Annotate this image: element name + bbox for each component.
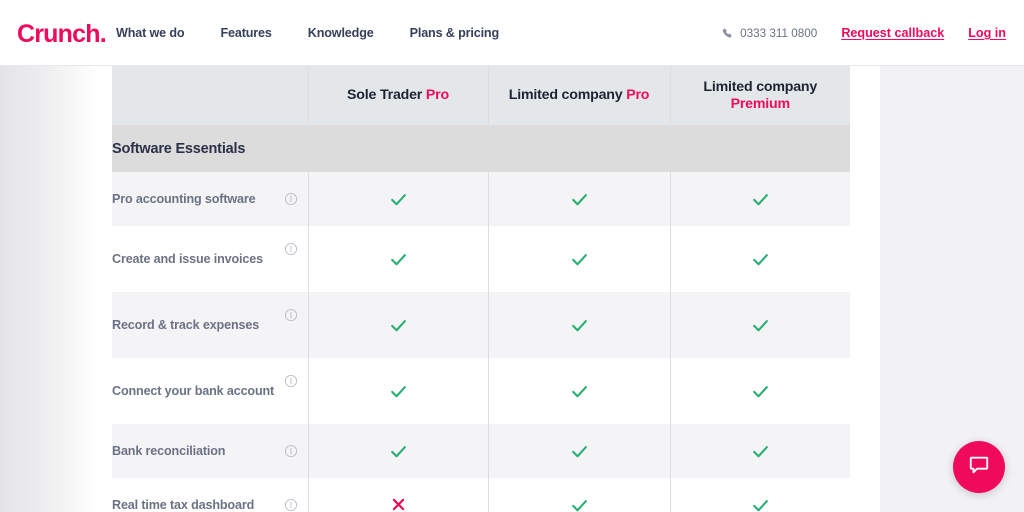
column-header-limited-company-pro: Limited company Pro [488, 66, 670, 125]
info-icon[interactable] [284, 498, 298, 512]
check-icon [570, 442, 589, 459]
check-icon [751, 496, 770, 512]
table-body: Pro accounting software Create and issue … [112, 172, 850, 512]
section-spacer-cell [488, 125, 670, 172]
check-icon [570, 382, 589, 399]
feature-included-cell [670, 172, 850, 226]
feature-label: Create and issue invoices [112, 250, 308, 269]
check-icon [389, 250, 408, 267]
feature-label-cell: Pro accounting software [112, 172, 308, 226]
table-header-blank-cell [112, 66, 308, 125]
feature-included-cell [488, 226, 670, 292]
feature-label-cell: Bank reconciliation [112, 424, 308, 478]
nav-item-what-we-do[interactable]: What we do [116, 26, 184, 40]
feature-included-cell [308, 172, 488, 226]
column-header-name: Limited company [671, 79, 851, 96]
check-icon [751, 442, 770, 459]
feature-included-cell [308, 292, 488, 358]
table-row: Record & track expenses [112, 292, 850, 358]
feature-included-cell [670, 292, 850, 358]
feature-included-cell [488, 172, 670, 226]
feature-label: Real time tax dashboard [112, 496, 308, 512]
check-icon [389, 442, 408, 459]
column-header-name: Limited company [509, 87, 623, 103]
table-row: Real time tax dashboard [112, 478, 850, 512]
info-icon[interactable] [284, 242, 298, 256]
check-icon [570, 250, 589, 267]
column-header-name: Sole Trader [347, 87, 422, 103]
table-row: Create and issue invoices [112, 226, 850, 292]
feature-included-cell [488, 424, 670, 478]
request-callback-link[interactable]: Request callback [841, 26, 944, 40]
feature-label: Pro accounting software [112, 190, 308, 209]
feature-included-cell [488, 358, 670, 424]
check-icon [389, 316, 408, 333]
chat-widget-button[interactable] [953, 441, 1005, 493]
table-row: Bank reconciliation [112, 424, 850, 478]
feature-included-cell [670, 478, 850, 512]
content-band: Sole Trader Pro Limited company Pro Limi… [0, 66, 1024, 512]
feature-label-cell: Real time tax dashboard [112, 478, 308, 512]
check-icon [570, 316, 589, 333]
page-left-edge-shadow [0, 66, 100, 512]
feature-label: Bank reconciliation [112, 442, 308, 461]
page-root: Crunch. What we do Features Knowledge Pl… [0, 0, 1024, 512]
feature-label-cell: Create and issue invoices [112, 226, 308, 292]
section-spacer-cell [308, 125, 488, 172]
phone-icon [722, 28, 733, 39]
check-icon [751, 382, 770, 399]
plan-comparison-table: Sole Trader Pro Limited company Pro Limi… [112, 66, 850, 512]
check-icon [389, 190, 408, 207]
check-icon [389, 382, 408, 399]
column-header-tier: Pro [426, 87, 449, 103]
feature-included-cell [308, 424, 488, 478]
check-icon [570, 190, 589, 207]
check-icon [751, 250, 770, 267]
feature-included-cell [308, 358, 488, 424]
column-header-limited-company-premium: Limited company Premium [670, 66, 850, 125]
info-icon[interactable] [284, 308, 298, 322]
feature-label: Connect your bank account [112, 382, 308, 401]
site-header: Crunch. What we do Features Knowledge Pl… [0, 0, 1024, 66]
section-title: Software Essentials [112, 125, 308, 172]
section-spacer-cell [670, 125, 850, 172]
check-icon [570, 496, 589, 512]
section-row-software-essentials: Software Essentials [112, 125, 850, 172]
feature-excluded-cell [308, 478, 488, 512]
feature-included-cell [670, 358, 850, 424]
log-in-link[interactable]: Log in [968, 26, 1006, 40]
feature-included-cell [488, 292, 670, 358]
info-icon[interactable] [284, 444, 298, 458]
check-icon [751, 190, 770, 207]
feature-label-cell: Connect your bank account [112, 358, 308, 424]
column-header-tier: Premium [671, 96, 851, 113]
page-right-edge-shadow [880, 66, 1024, 512]
info-icon[interactable] [284, 374, 298, 388]
crunch-logo[interactable]: Crunch. [17, 19, 106, 49]
check-icon [751, 316, 770, 333]
column-header-sole-trader-pro: Sole Trader Pro [308, 66, 488, 125]
phone-number-text: 0333 311 0800 [740, 27, 817, 40]
nav-item-knowledge[interactable]: Knowledge [308, 26, 374, 40]
feature-included-cell [670, 424, 850, 478]
feature-included-cell [488, 478, 670, 512]
column-header-tier: Pro [626, 87, 649, 103]
table-row: Pro accounting software [112, 172, 850, 226]
feature-label-cell: Record & track expenses [112, 292, 308, 358]
feature-included-cell [308, 226, 488, 292]
header-utility-links: 0333 311 0800 Request callback Log in [722, 26, 1006, 40]
main-navigation: What we do Features Knowledge Plans & pr… [116, 26, 499, 40]
feature-label: Record & track expenses [112, 316, 308, 335]
feature-included-cell [670, 226, 850, 292]
table-row: Connect your bank account [112, 358, 850, 424]
nav-item-features[interactable]: Features [220, 26, 271, 40]
phone-number[interactable]: 0333 311 0800 [722, 27, 817, 40]
nav-item-plans-pricing[interactable]: Plans & pricing [410, 26, 499, 40]
cross-icon [390, 496, 407, 512]
table-header-row: Sole Trader Pro Limited company Pro Limi… [112, 66, 850, 125]
info-icon[interactable] [284, 192, 298, 206]
chat-bubble-icon [968, 454, 990, 481]
